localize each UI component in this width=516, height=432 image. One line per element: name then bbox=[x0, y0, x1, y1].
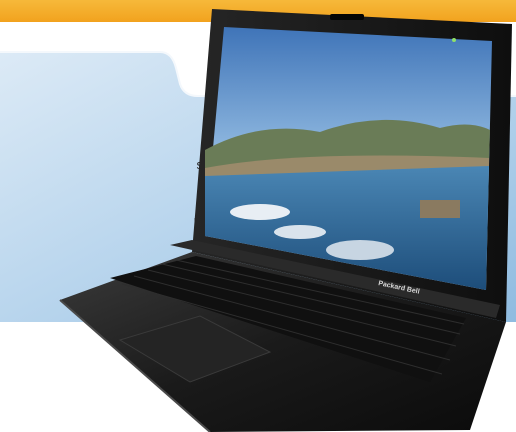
laptop-image: Packard Bell bbox=[59, 9, 512, 432]
